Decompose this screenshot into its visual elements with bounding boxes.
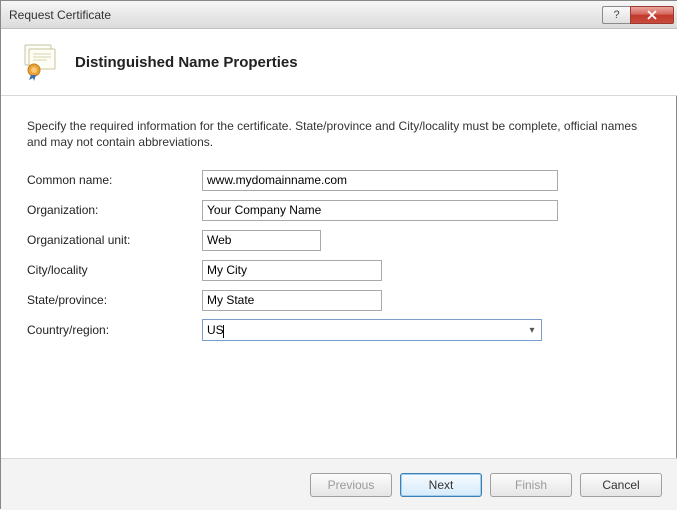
org-unit-input[interactable] [202, 230, 321, 251]
next-button[interactable]: Next [400, 473, 482, 497]
window-title: Request Certificate [9, 8, 602, 22]
chevron-down-icon: ▾ [525, 325, 539, 336]
previous-button[interactable]: Previous [310, 473, 392, 497]
city-input[interactable] [202, 260, 382, 281]
state-label: State/province: [27, 293, 202, 307]
page-title: Distinguished Name Properties [75, 54, 298, 71]
cancel-button[interactable]: Cancel [580, 473, 662, 497]
country-value: US [207, 323, 224, 337]
country-combobox[interactable]: US ▾ [202, 319, 542, 341]
help-button[interactable]: ? [602, 6, 630, 24]
close-icon [646, 10, 658, 20]
certificate-icon [19, 43, 61, 81]
form-area: Specify the required information for the… [1, 96, 677, 358]
country-label: Country/region: [27, 323, 202, 337]
close-button[interactable] [630, 6, 674, 24]
common-name-label: Common name: [27, 173, 202, 187]
wizard-header: Distinguished Name Properties [1, 29, 677, 96]
state-input[interactable] [202, 290, 382, 311]
help-icon: ? [613, 9, 619, 21]
finish-button[interactable]: Finish [490, 473, 572, 497]
organization-label: Organization: [27, 203, 202, 217]
org-unit-label: Organizational unit: [27, 233, 202, 247]
wizard-footer: Previous Next Finish Cancel [1, 458, 677, 510]
description-text: Specify the required information for the… [27, 118, 652, 150]
city-label: City/locality [27, 263, 202, 277]
title-bar: Request Certificate ? [1, 1, 677, 29]
common-name-input[interactable] [202, 170, 558, 191]
organization-input[interactable] [202, 200, 558, 221]
